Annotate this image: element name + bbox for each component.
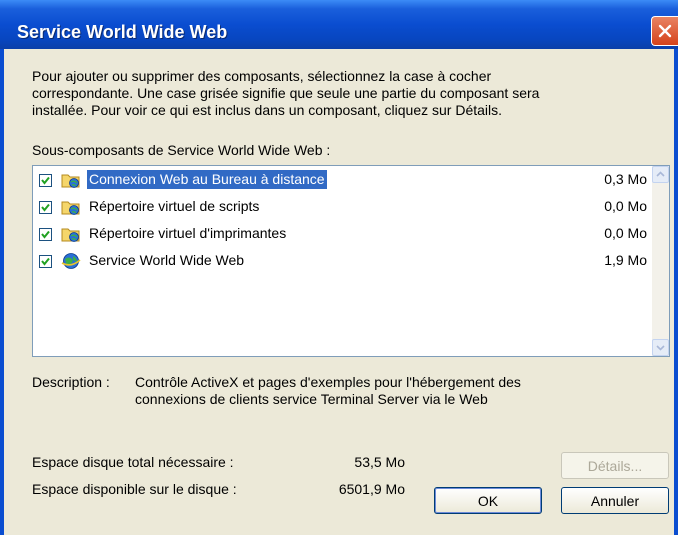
item-label: Connexion Web au Bureau à distance	[87, 170, 327, 189]
description-line: Contrôle ActiveX et pages d'exemples pou…	[135, 374, 521, 390]
list-item-remote-desktop[interactable]: Connexion Web au Bureau à distance 0,3 M…	[35, 168, 647, 192]
item-size: 0,0 Mo	[604, 225, 647, 241]
chevron-up-icon	[656, 171, 665, 177]
checkbox[interactable]	[39, 174, 52, 187]
chevron-down-icon	[656, 345, 665, 351]
checkmark-icon	[41, 203, 50, 212]
disk-required-value: 53,5 Mo	[354, 454, 405, 470]
folder-globe-icon	[61, 228, 80, 242]
checkbox[interactable]	[39, 255, 52, 268]
list-item-printers[interactable]: Répertoire virtuel d'imprimantes 0,0 Mo	[35, 222, 647, 246]
window-frame-right	[674, 49, 678, 535]
intro-line: installée. Pour voir ce qui est inclus d…	[32, 102, 503, 118]
cancel-button[interactable]: Annuler	[561, 487, 669, 514]
list-scrollbar[interactable]	[652, 166, 669, 356]
subcomponents-list[interactable]: Connexion Web au Bureau à distance 0,3 M…	[32, 165, 670, 357]
scroll-down-button[interactable]	[652, 339, 669, 356]
ok-button[interactable]: OK	[434, 487, 542, 514]
intro-line: Pour ajouter ou supprimer des composants…	[32, 68, 492, 84]
checkbox[interactable]	[39, 228, 52, 241]
intro-line: correspondante. Une case grisée signifie…	[32, 85, 540, 101]
list-item-scripts[interactable]: Répertoire virtuel de scripts 0,0 Mo	[35, 195, 647, 219]
item-label: Service World Wide Web	[89, 252, 245, 268]
disk-available-label: Espace disponible sur le disque :	[32, 481, 237, 497]
window-frame-left	[0, 49, 4, 535]
scroll-up-button[interactable]	[652, 166, 669, 183]
globe-icon	[61, 253, 81, 269]
checkmark-icon	[41, 230, 50, 239]
item-size: 0,0 Mo	[604, 198, 647, 214]
description-text: Contrôle ActiveX et pages d'exemples pou…	[135, 374, 655, 408]
dialog-window: Service World Wide Web Pour ajouter ou s…	[0, 0, 678, 535]
details-button[interactable]: Détails...	[561, 452, 669, 479]
description-line: connexions de clients service Terminal S…	[135, 391, 488, 407]
checkmark-icon	[41, 257, 50, 266]
title-bar[interactable]: Service World Wide Web	[0, 0, 678, 49]
list-item-www-service[interactable]: Service World Wide Web 1,9 Mo	[35, 249, 647, 273]
item-size: 0,3 Mo	[604, 171, 647, 187]
folder-globe-icon	[61, 174, 80, 188]
item-label: Répertoire virtuel d'imprimantes	[89, 225, 287, 241]
disk-available-value: 6501,9 Mo	[338, 481, 405, 497]
intro-text: Pour ajouter ou supprimer des composants…	[32, 68, 632, 119]
close-button[interactable]	[651, 16, 678, 46]
item-label: Répertoire virtuel de scripts	[89, 198, 260, 214]
checkbox[interactable]	[39, 201, 52, 214]
close-icon	[658, 24, 672, 38]
checkmark-icon	[41, 176, 50, 185]
item-size: 1,9 Mo	[604, 252, 647, 268]
folder-globe-icon	[61, 201, 80, 215]
window-title: Service World Wide Web	[17, 22, 228, 42]
subcomponents-label: Sous-composants de Service World Wide We…	[32, 142, 331, 158]
disk-required-label: Espace disque total nécessaire :	[32, 454, 234, 470]
description-label: Description :	[32, 374, 110, 390]
